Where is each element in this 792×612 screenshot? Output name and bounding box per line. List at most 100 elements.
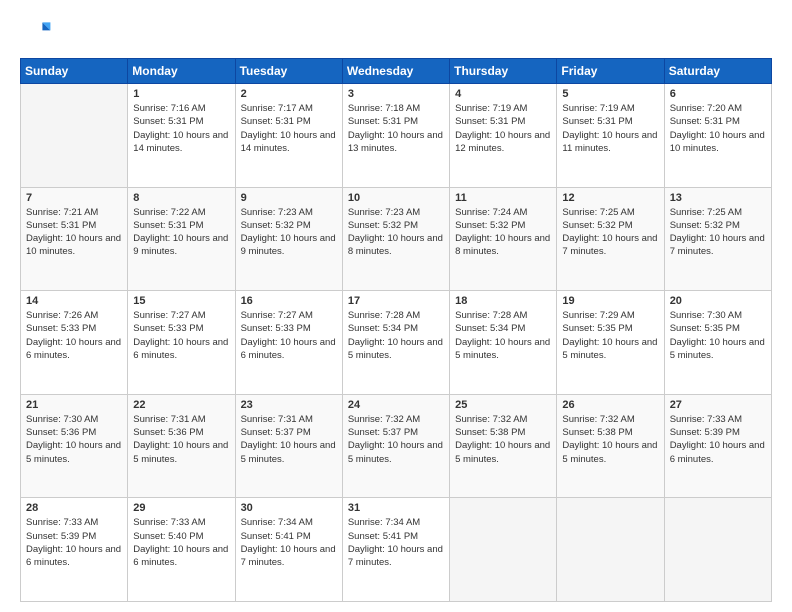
calendar-cell: 23 Sunrise: 7:31 AM Sunset: 5:37 PM Dayli… (235, 394, 342, 498)
day-info: Sunrise: 7:24 AM Sunset: 5:32 PM Dayligh… (455, 206, 551, 259)
day-info: Sunrise: 7:30 AM Sunset: 5:35 PM Dayligh… (670, 309, 766, 362)
day-number: 5 (562, 88, 658, 100)
calendar-page: SundayMondayTuesdayWednesdayThursdayFrid… (0, 0, 792, 612)
calendar-cell: 15 Sunrise: 7:27 AM Sunset: 5:33 PM Dayli… (128, 291, 235, 395)
day-info: Sunrise: 7:33 AM Sunset: 5:39 PM Dayligh… (670, 413, 766, 466)
calendar-cell (450, 498, 557, 602)
day-info: Sunrise: 7:20 AM Sunset: 5:31 PM Dayligh… (670, 102, 766, 155)
day-info: Sunrise: 7:18 AM Sunset: 5:31 PM Dayligh… (348, 102, 444, 155)
day-number: 31 (348, 502, 444, 514)
calendar-cell: 12 Sunrise: 7:25 AM Sunset: 5:32 PM Dayli… (557, 187, 664, 291)
day-info: Sunrise: 7:25 AM Sunset: 5:32 PM Dayligh… (670, 206, 766, 259)
calendar-cell: 31 Sunrise: 7:34 AM Sunset: 5:41 PM Dayli… (342, 498, 449, 602)
day-info: Sunrise: 7:32 AM Sunset: 5:38 PM Dayligh… (455, 413, 551, 466)
weekday-header: Thursday (450, 59, 557, 84)
day-number: 16 (241, 295, 337, 307)
day-number: 13 (670, 192, 766, 204)
day-number: 30 (241, 502, 337, 514)
day-number: 15 (133, 295, 229, 307)
day-info: Sunrise: 7:33 AM Sunset: 5:40 PM Dayligh… (133, 516, 229, 569)
day-info: Sunrise: 7:19 AM Sunset: 5:31 PM Dayligh… (562, 102, 658, 155)
calendar-cell: 28 Sunrise: 7:33 AM Sunset: 5:39 PM Dayli… (21, 498, 128, 602)
calendar-cell: 11 Sunrise: 7:24 AM Sunset: 5:32 PM Dayli… (450, 187, 557, 291)
day-info: Sunrise: 7:25 AM Sunset: 5:32 PM Dayligh… (562, 206, 658, 259)
logo (20, 16, 56, 48)
day-info: Sunrise: 7:28 AM Sunset: 5:34 PM Dayligh… (455, 309, 551, 362)
day-info: Sunrise: 7:29 AM Sunset: 5:35 PM Dayligh… (562, 309, 658, 362)
day-info: Sunrise: 7:16 AM Sunset: 5:31 PM Dayligh… (133, 102, 229, 155)
day-number: 6 (670, 88, 766, 100)
weekday-header: Sunday (21, 59, 128, 84)
day-number: 22 (133, 399, 229, 411)
weekday-row: SundayMondayTuesdayWednesdayThursdayFrid… (21, 59, 772, 84)
day-number: 19 (562, 295, 658, 307)
day-info: Sunrise: 7:31 AM Sunset: 5:37 PM Dayligh… (241, 413, 337, 466)
day-info: Sunrise: 7:30 AM Sunset: 5:36 PM Dayligh… (26, 413, 122, 466)
calendar-cell (21, 84, 128, 188)
day-info: Sunrise: 7:27 AM Sunset: 5:33 PM Dayligh… (241, 309, 337, 362)
day-number: 21 (26, 399, 122, 411)
weekday-header: Saturday (664, 59, 771, 84)
calendar-header: SundayMondayTuesdayWednesdayThursdayFrid… (21, 59, 772, 84)
calendar-cell: 8Sunrise: 7:22 AM Sunset: 5:31 PM Daylig… (128, 187, 235, 291)
day-info: Sunrise: 7:23 AM Sunset: 5:32 PM Dayligh… (348, 206, 444, 259)
day-number: 29 (133, 502, 229, 514)
day-number: 3 (348, 88, 444, 100)
calendar-table: SundayMondayTuesdayWednesdayThursdayFrid… (20, 58, 772, 602)
calendar-cell: 27 Sunrise: 7:33 AM Sunset: 5:39 PM Dayli… (664, 394, 771, 498)
calendar-cell: 29 Sunrise: 7:33 AM Sunset: 5:40 PM Dayli… (128, 498, 235, 602)
day-info: Sunrise: 7:33 AM Sunset: 5:39 PM Dayligh… (26, 516, 122, 569)
calendar-cell: 5 Sunrise: 7:19 AM Sunset: 5:31 PM Daylig… (557, 84, 664, 188)
weekday-header: Tuesday (235, 59, 342, 84)
day-info: Sunrise: 7:32 AM Sunset: 5:38 PM Dayligh… (562, 413, 658, 466)
weekday-header: Wednesday (342, 59, 449, 84)
day-number: 27 (670, 399, 766, 411)
calendar-cell: 7 Sunrise: 7:21 AM Sunset: 5:31 PM Daylig… (21, 187, 128, 291)
calendar-week-row: 28 Sunrise: 7:33 AM Sunset: 5:39 PM Dayli… (21, 498, 772, 602)
calendar-cell: 10 Sunrise: 7:23 AM Sunset: 5:32 PM Dayli… (342, 187, 449, 291)
calendar-cell: 22 Sunrise: 7:31 AM Sunset: 5:36 PM Dayli… (128, 394, 235, 498)
calendar-cell: 25 Sunrise: 7:32 AM Sunset: 5:38 PM Dayli… (450, 394, 557, 498)
calendar-cell: 9 Sunrise: 7:23 AM Sunset: 5:32 PM Daylig… (235, 187, 342, 291)
day-number: 18 (455, 295, 551, 307)
day-info: Sunrise: 7:23 AM Sunset: 5:32 PM Dayligh… (241, 206, 337, 259)
day-number: 23 (241, 399, 337, 411)
calendar-cell: 3 Sunrise: 7:18 AM Sunset: 5:31 PM Daylig… (342, 84, 449, 188)
day-number: 28 (26, 502, 122, 514)
day-number: 7 (26, 192, 122, 204)
calendar-cell: 16 Sunrise: 7:27 AM Sunset: 5:33 PM Dayli… (235, 291, 342, 395)
calendar-cell: 4 Sunrise: 7:19 AM Sunset: 5:31 PM Daylig… (450, 84, 557, 188)
day-number: 11 (455, 192, 551, 204)
day-number: 4 (455, 88, 551, 100)
calendar-cell: 13 Sunrise: 7:25 AM Sunset: 5:32 PM Dayli… (664, 187, 771, 291)
day-number: 10 (348, 192, 444, 204)
calendar-cell: 24Sunrise: 7:32 AM Sunset: 5:37 PM Dayli… (342, 394, 449, 498)
day-number: 9 (241, 192, 337, 204)
day-number: 17 (348, 295, 444, 307)
calendar-cell: 21 Sunrise: 7:30 AM Sunset: 5:36 PM Dayli… (21, 394, 128, 498)
calendar-cell (557, 498, 664, 602)
calendar-week-row: 14Sunrise: 7:26 AM Sunset: 5:33 PM Dayli… (21, 291, 772, 395)
day-info: Sunrise: 7:31 AM Sunset: 5:36 PM Dayligh… (133, 413, 229, 466)
day-number: 14 (26, 295, 122, 307)
day-number: 26 (562, 399, 658, 411)
weekday-header: Monday (128, 59, 235, 84)
day-info: Sunrise: 7:21 AM Sunset: 5:31 PM Dayligh… (26, 206, 122, 259)
day-number: 2 (241, 88, 337, 100)
day-number: 20 (670, 295, 766, 307)
day-number: 8 (133, 192, 229, 204)
calendar-cell: 20 Sunrise: 7:30 AM Sunset: 5:35 PM Dayli… (664, 291, 771, 395)
calendar-cell: 6 Sunrise: 7:20 AM Sunset: 5:31 PM Daylig… (664, 84, 771, 188)
day-info: Sunrise: 7:27 AM Sunset: 5:33 PM Dayligh… (133, 309, 229, 362)
day-number: 25 (455, 399, 551, 411)
day-number: 12 (562, 192, 658, 204)
calendar-cell: 26 Sunrise: 7:32 AM Sunset: 5:38 PM Dayli… (557, 394, 664, 498)
day-info: Sunrise: 7:32 AM Sunset: 5:37 PM Dayligh… (348, 413, 444, 466)
calendar-week-row: 21 Sunrise: 7:30 AM Sunset: 5:36 PM Dayli… (21, 394, 772, 498)
calendar-cell: 19 Sunrise: 7:29 AM Sunset: 5:35 PM Dayli… (557, 291, 664, 395)
calendar-cell: 2Sunrise: 7:17 AM Sunset: 5:31 PM Daylig… (235, 84, 342, 188)
weekday-header: Friday (557, 59, 664, 84)
day-info: Sunrise: 7:34 AM Sunset: 5:41 PM Dayligh… (348, 516, 444, 569)
day-info: Sunrise: 7:19 AM Sunset: 5:31 PM Dayligh… (455, 102, 551, 155)
calendar-week-row: 7 Sunrise: 7:21 AM Sunset: 5:31 PM Daylig… (21, 187, 772, 291)
